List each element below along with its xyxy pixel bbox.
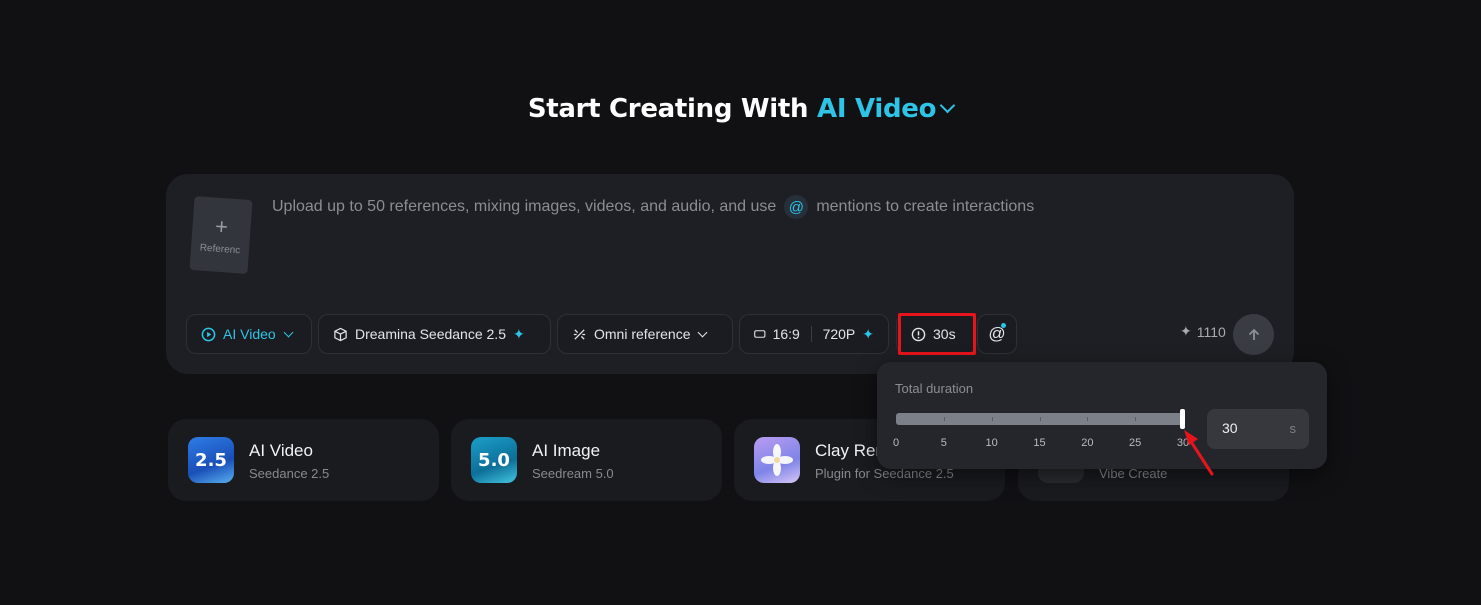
chevron-down-icon [283, 327, 294, 337]
aspect-ratio-icon [754, 330, 766, 338]
plus-icon: + [214, 213, 229, 239]
card-ai-image[interactable]: 5.0 AI Image Seedream 5.0 [451, 419, 722, 501]
prompt-input[interactable]: Upload up to 50 references, mixing image… [272, 195, 1034, 219]
slider-tick [1039, 417, 1041, 421]
slider-tick-label: 5 [940, 437, 947, 449]
credits-counter: ✦ 1110 [1180, 323, 1226, 340]
slider-tick [1087, 417, 1089, 421]
slider-tick-label: 15 [1033, 437, 1046, 449]
aspect-resolution-selector[interactable]: 16:9 720P ✦ [739, 314, 889, 354]
divider [810, 326, 812, 342]
duration-slider[interactable] [896, 409, 1185, 429]
chevron-down-icon [939, 97, 956, 114]
slider-tick-label: 25 [1129, 437, 1142, 449]
add-reference-button[interactable]: + Referenc [189, 196, 253, 274]
mode-switcher[interactable]: AI Video [817, 94, 956, 124]
send-button[interactable] [1233, 314, 1274, 355]
sparkle-icon: ✦ [862, 325, 874, 342]
slider-tick-label: 0 [892, 437, 900, 449]
video-play-icon [201, 327, 216, 341]
slider-tick [991, 417, 993, 421]
card-ai-video[interactable]: 2.5 AI Video Seedance 2.5 [168, 419, 439, 501]
mention-icon: @ [784, 195, 809, 219]
notification-dot [1001, 323, 1006, 328]
omni-reference-icon [573, 328, 586, 340]
mode-dropdown[interactable]: AI Video [186, 314, 312, 354]
seedance-logo-icon: 2.5 [188, 437, 234, 483]
reference-mode-dropdown[interactable]: Omni reference [557, 314, 733, 354]
cube-icon [334, 327, 347, 341]
slider-tick [1135, 417, 1137, 421]
sparkle-icon: ✦ [1180, 323, 1192, 339]
annotation-arrow [1184, 430, 1214, 476]
flower-logo-icon [754, 437, 800, 483]
model-selector[interactable]: Dreamina Seedance 2.5 ✦ [318, 314, 551, 354]
arrow-up-icon [1248, 328, 1259, 340]
chevron-down-icon [698, 327, 708, 337]
seedream-logo-icon: 5.0 [471, 437, 517, 483]
slider-tick-label: 10 [985, 437, 998, 449]
mention-button[interactable]: @ [977, 314, 1017, 354]
slider-tick-label: 20 [1081, 437, 1094, 449]
slider-tick [943, 417, 945, 421]
page-title: Start Creating With AI Video [0, 94, 1481, 124]
duration-popover: Total duration 0 5 10 15 20 25 30 30 s [877, 362, 1327, 469]
sparkle-icon: ✦ [513, 325, 525, 342]
duration-highlight-box [898, 313, 976, 355]
